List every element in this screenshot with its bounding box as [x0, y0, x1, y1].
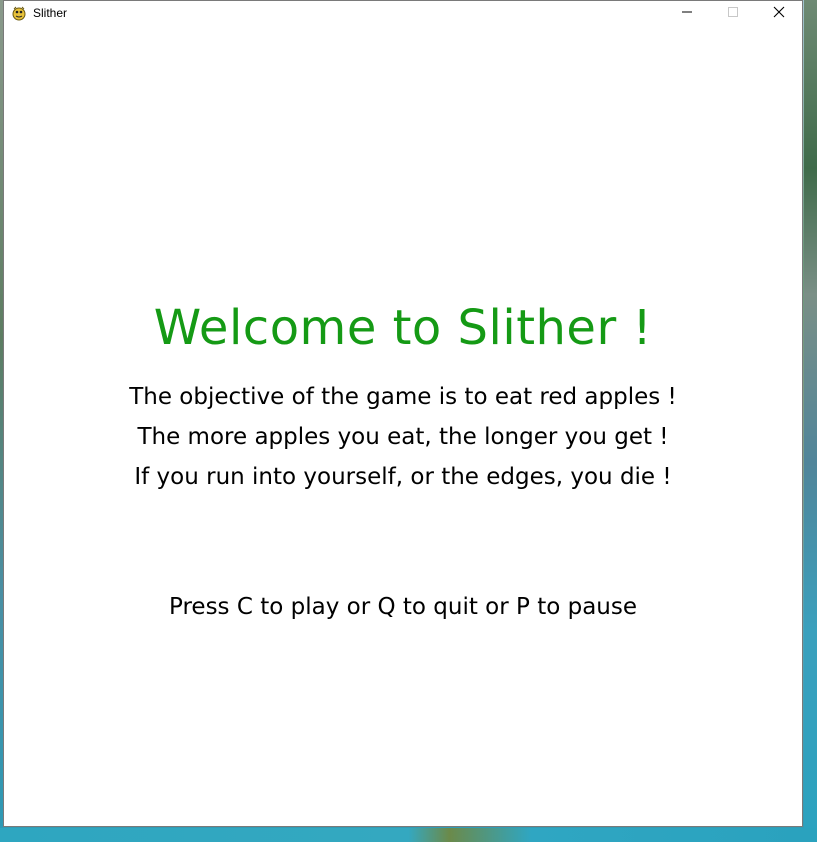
window-title: Slither — [33, 5, 68, 20]
maximize-icon — [727, 3, 739, 22]
instruction-line-death: If you run into yourself, or the edges, … — [134, 464, 672, 490]
game-canvas[interactable]: Welcome to Slither ! The objective of th… — [4, 24, 802, 826]
welcome-title: Welcome to Slither ! — [153, 300, 653, 356]
close-button[interactable] — [756, 1, 802, 24]
window-controls — [664, 1, 802, 24]
close-icon — [773, 3, 785, 22]
title-bar[interactable]: Slither — [4, 1, 802, 24]
pygame-snake-icon — [11, 5, 27, 21]
desktop-background-bottom — [0, 828, 817, 842]
instruction-line-growth: The more apples you eat, the longer you … — [137, 424, 669, 450]
minimize-button[interactable] — [664, 1, 710, 24]
maximize-button[interactable] — [710, 1, 756, 24]
controls-prompt: Press C to play or Q to quit or P to pau… — [169, 594, 637, 620]
instruction-line-objective: The objective of the game is to eat red … — [129, 384, 677, 410]
game-window: Slither Welcome to Slither ! The objecti… — [3, 0, 803, 827]
minimize-icon — [681, 3, 693, 22]
desktop-background-right — [804, 0, 817, 842]
